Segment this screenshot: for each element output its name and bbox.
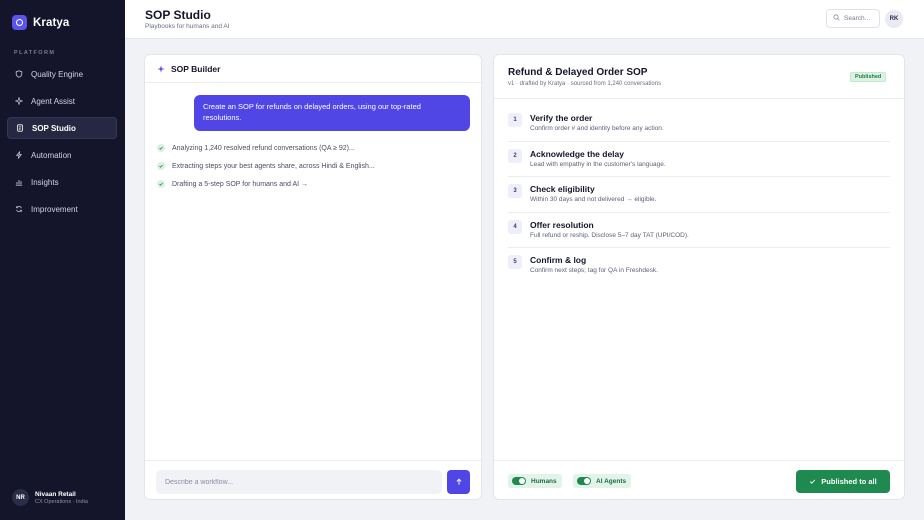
sop-step[interactable]: 2 Acknowledge the delay Lead with empath… [508,142,890,177]
sidebar-item-label: Improvement [31,204,78,214]
top-header: SOP Studio Playbooks for humans and AI S… [125,0,924,39]
sop-builder-panel: SOP Builder Create an SOP for refunds on… [144,54,482,500]
page-subtitle: Playbooks for humans and AI [145,23,230,30]
sidebar-item-improvement[interactable]: Improvement [7,198,117,220]
sidebar-item-label: Agent Assist [31,96,76,106]
sop-builder-header: SOP Builder [145,55,481,83]
toggle-switch [577,477,591,485]
step-description: Within 30 days and not delivered → eligi… [530,196,657,203]
step-description: Confirm order # and identity before any … [530,125,664,132]
progress-text: Analyzing 1,240 resolved refund conversa… [172,144,355,152]
user-message-bubble: Create an SOP for refunds on delayed ord… [194,95,470,131]
workflow-input[interactable] [156,470,442,494]
step-title: Acknowledge the delay [530,148,624,159]
check-icon [157,144,165,152]
sidebar-item-agent-assist[interactable]: Agent Assist [7,90,117,112]
shield-icon [15,70,23,78]
bar-chart-icon [15,178,23,186]
refresh-icon [15,205,23,213]
brand[interactable]: Kratya [12,15,69,30]
status-badge: Published [850,72,887,82]
sidebar-nav: Quality Engine Agent Assist SOP Studio A… [7,63,117,225]
nav-section-label: PLATFORM [14,50,56,56]
brand-name: Kratya [33,16,70,29]
check-icon [157,162,165,170]
sop-steps-list: 1 Verify the order Confirm order # and i… [508,106,890,284]
sop-step[interactable]: 4 Offer resolution Full refund or reship… [508,213,890,248]
step-title: Offer resolution [530,219,594,230]
step-number: 2 [508,148,522,163]
progress-list: Analyzing 1,240 resolved refund conversa… [157,139,375,193]
step-title: Check eligibility [530,184,595,194]
user-subtitle: CX Operations · India [35,498,88,505]
search-icon [833,14,840,23]
document-icon [16,124,24,132]
step-number: 5 [508,255,522,269]
progress-text: Extracting steps your best agents share,… [172,162,375,170]
toggle-label: AI Agents [596,477,627,485]
avatar: NR [12,489,29,506]
sparkle-icon [157,64,165,73]
sidebar-item-label: SOP Studio [32,123,76,133]
page-title: SOP Studio [145,8,211,22]
send-button[interactable] [447,470,470,494]
check-icon [810,479,816,484]
toggle-label: Humans [531,477,557,485]
avatar[interactable]: RK [885,10,903,28]
list-item: Analyzing 1,240 resolved refund conversa… [157,139,375,157]
publish-button[interactable]: Published to all [796,470,890,493]
brand-logo-icon [12,15,27,30]
check-icon [157,180,165,188]
humans-toggle[interactable]: Humans [508,474,562,488]
step-number: 1 [508,113,522,127]
publish-bar: Humans AI Agents Published to all [494,460,904,501]
sop-title: Refund & Delayed Order SOP [508,67,648,78]
step-number: 4 [508,219,522,234]
list-item: Drafting a 5-step SOP for humans and AI … [157,175,375,193]
sop-step[interactable]: 3 Check eligibility Within 30 days and n… [508,177,890,213]
sidebar-item-insights[interactable]: Insights [7,171,117,193]
bolt-icon [15,151,23,159]
divider [494,98,904,99]
user-name: Nivaan Retail [35,490,76,498]
panel-title: SOP Builder [171,63,221,74]
sidebar-item-label: Automation [31,150,72,160]
step-title: Verify the order [530,113,593,123]
progress-text: Drafting a 5-step SOP for humans and AI … [172,180,309,188]
arrow-up-icon [455,478,462,485]
sidebar-item-automation[interactable]: Automation [7,144,117,166]
list-item: Extracting steps your best agents share,… [157,157,375,175]
sidebar-item-sop-studio[interactable]: SOP Studio [7,117,117,139]
step-description: Full refund or reship. Disclose 5–7 day … [530,231,689,239]
sop-document-panel: Refund & Delayed Order SOP v1 · drafted … [493,54,905,500]
sop-step[interactable]: 1 Verify the order Confirm order # and i… [508,106,890,142]
step-number: 3 [508,184,522,198]
sop-subtitle: v1 · drafted by Kratya · sourced from 1,… [508,81,662,87]
sop-step[interactable]: 5 Confirm & log Confirm next steps; tag … [508,248,890,284]
sidebar-item-label: Insights [31,177,59,187]
user-profile[interactable]: NR Nivaan Retail CX Operations · India [12,489,88,506]
step-title: Confirm & log [530,255,587,265]
ai-agents-toggle[interactable]: AI Agents [573,474,632,488]
sidebar: Kratya PLATFORM Quality Engine Agent Ass… [0,0,125,520]
step-description: Confirm next steps; tag for QA in Freshd… [530,267,658,274]
sidebar-item-label: Quality Engine [31,69,84,79]
search-input[interactable]: Search... [826,9,880,28]
toggle-switch [512,477,526,485]
step-description: Lead with empathy in the customer's lang… [530,160,666,168]
composer [145,460,481,501]
publish-label: Published to all [821,477,877,486]
sparkle-icon [15,97,23,105]
search-placeholder: Search... [844,15,871,22]
sidebar-item-quality-engine[interactable]: Quality Engine [7,63,117,85]
